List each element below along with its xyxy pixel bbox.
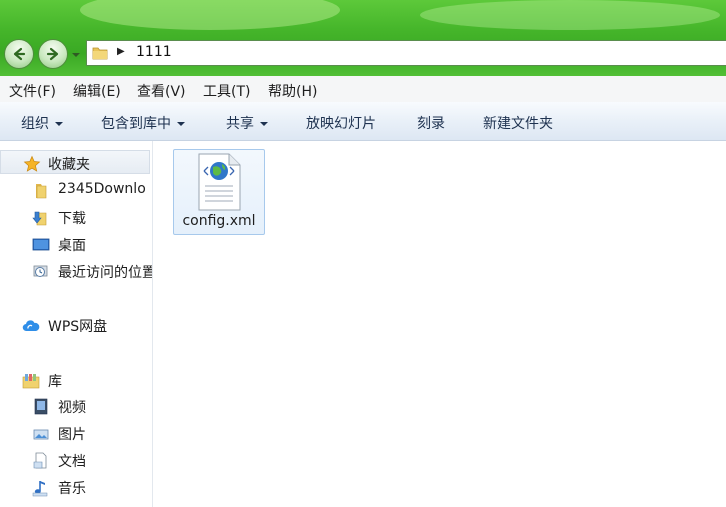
nav-item-desktop[interactable]: 桌面: [0, 232, 152, 256]
nav-item-label: 文档: [58, 454, 86, 470]
picture-icon: [33, 429, 49, 440]
nav-library[interactable]: 库: [0, 368, 152, 392]
share-button[interactable]: 共享: [226, 113, 268, 133]
menu-help[interactable]: 帮助(H): [268, 81, 317, 101]
chevron-down-icon: [177, 122, 185, 126]
nav-item-label: 下载: [58, 211, 86, 227]
share-label: 共享: [226, 116, 254, 132]
downloads-folder-icon: [32, 211, 47, 226]
chevron-down-icon: [260, 122, 268, 126]
nav-wps-drive[interactable]: WPS网盘: [0, 313, 152, 337]
xml-file-icon: [198, 153, 241, 211]
cloud-icon: [22, 320, 40, 332]
nav-wps-label: WPS网盘: [48, 319, 108, 335]
menu-bar: 文件(F) 编辑(E) 查看(V) 工具(T) 帮助(H): [0, 76, 726, 103]
nav-library-label: 库: [48, 374, 62, 390]
menu-edit[interactable]: 编辑(E): [73, 81, 121, 101]
nav-item-recent[interactable]: 最近访问的位置: [0, 259, 152, 283]
folder-icon: [92, 47, 108, 60]
navigation-pane: 收藏夹 2345Downlo 下载 桌面 最近访问的位置 WPS网盘 库 视频 …: [0, 141, 153, 507]
arrow-right-icon: [46, 47, 59, 61]
nav-item-label: 图片: [58, 427, 86, 443]
nav-item-documents[interactable]: 文档: [0, 448, 152, 472]
nav-item-label: 视频: [58, 400, 86, 416]
forward-button[interactable]: [38, 39, 68, 69]
nav-item-label: 桌面: [58, 238, 86, 254]
desktop-icon: [32, 238, 50, 251]
nav-item-downloads[interactable]: 下载: [0, 205, 152, 229]
nav-favorites-label: 收藏夹: [48, 157, 90, 173]
back-button[interactable]: [4, 39, 34, 69]
music-icon: [32, 481, 48, 497]
recent-places-icon: [33, 265, 48, 277]
include-library-label: 包含到库中: [101, 116, 171, 132]
nav-item-videos[interactable]: 视频: [0, 394, 152, 418]
breadcrumb-arrow-icon[interactable]: ▶: [117, 46, 125, 57]
menu-file[interactable]: 文件(F): [9, 81, 56, 101]
window-titlebar: ▶ 1111: [0, 0, 726, 76]
file-item-config-xml[interactable]: config.xml: [173, 149, 265, 235]
slideshow-button[interactable]: 放映幻灯片: [306, 113, 376, 133]
arrow-left-icon: [13, 47, 26, 61]
menu-view[interactable]: 查看(V): [137, 81, 186, 101]
library-icon: [22, 374, 40, 389]
document-icon: [33, 452, 47, 469]
organize-button[interactable]: 组织: [21, 113, 63, 133]
file-list-area[interactable]: config.xml: [153, 141, 726, 507]
nav-item-music[interactable]: 音乐: [0, 475, 152, 499]
include-library-button[interactable]: 包含到库中: [101, 113, 185, 133]
history-dropdown-icon[interactable]: [71, 50, 81, 60]
menu-tools[interactable]: 工具(T): [203, 81, 250, 101]
nav-item-label: 2345Downlo: [58, 181, 146, 197]
star-icon: [23, 155, 41, 172]
nav-item-pictures[interactable]: 图片: [0, 421, 152, 445]
file-name-label: config.xml: [182, 213, 256, 229]
command-bar: 组织 包含到库中 共享 放映幻灯片 刻录 新建文件夹: [0, 102, 726, 141]
folder-icon: [36, 184, 47, 199]
video-icon: [34, 398, 48, 415]
chevron-down-icon: [55, 122, 63, 126]
new-folder-button[interactable]: 新建文件夹: [483, 113, 553, 133]
organize-label: 组织: [21, 116, 49, 132]
breadcrumb-current[interactable]: 1111: [136, 44, 172, 60]
burn-button[interactable]: 刻录: [417, 113, 445, 133]
nav-item-label: 最近访问的位置: [58, 265, 153, 281]
nav-item-label: 音乐: [58, 481, 86, 497]
nav-item-downloads-2345[interactable]: 2345Downlo: [0, 178, 152, 202]
nav-favorites[interactable]: 收藏夹: [0, 150, 150, 174]
address-bar[interactable]: ▶ 1111: [86, 40, 726, 66]
